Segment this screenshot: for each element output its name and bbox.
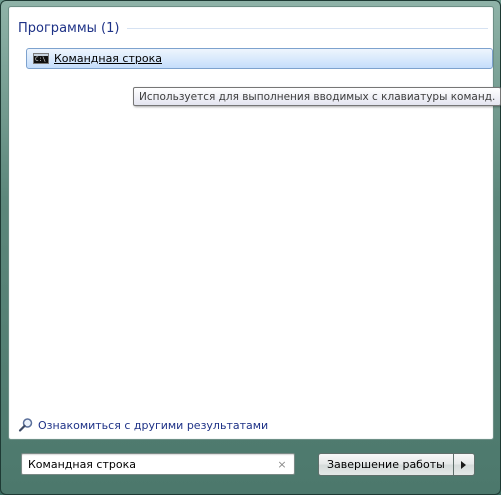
cmd-icon-glyph: C:\ [35,56,46,63]
search-results-panel: Программы (1) C:\ Командная строка Ознак… [8,6,494,440]
clear-icon[interactable]: × [274,458,290,471]
tooltip: Используется для выполнения вводимых с к… [133,87,501,106]
result-item-label: Командная строка [54,52,162,65]
result-item-command-prompt[interactable]: C:\ Командная строка [26,48,493,69]
shutdown-group: Завершение работы [318,453,475,476]
section-title: Программы (1) [18,21,120,36]
see-more-label: Ознакомиться с другими результатами [38,418,269,432]
shutdown-button[interactable]: Завершение работы [318,453,453,476]
arrow-right-icon [461,460,467,469]
shutdown-options-button[interactable] [452,453,475,476]
section-divider [127,28,488,29]
search-input[interactable] [22,455,274,473]
search-icon [18,417,34,433]
section-header-programs: Программы (1) [18,21,488,36]
search-box: × [21,453,295,475]
start-menu-frame: Программы (1) C:\ Командная строка Ознак… [0,0,501,495]
see-more-results-link[interactable]: Ознакомиться с другими результатами [18,417,268,433]
cmd-icon: C:\ [33,53,49,64]
